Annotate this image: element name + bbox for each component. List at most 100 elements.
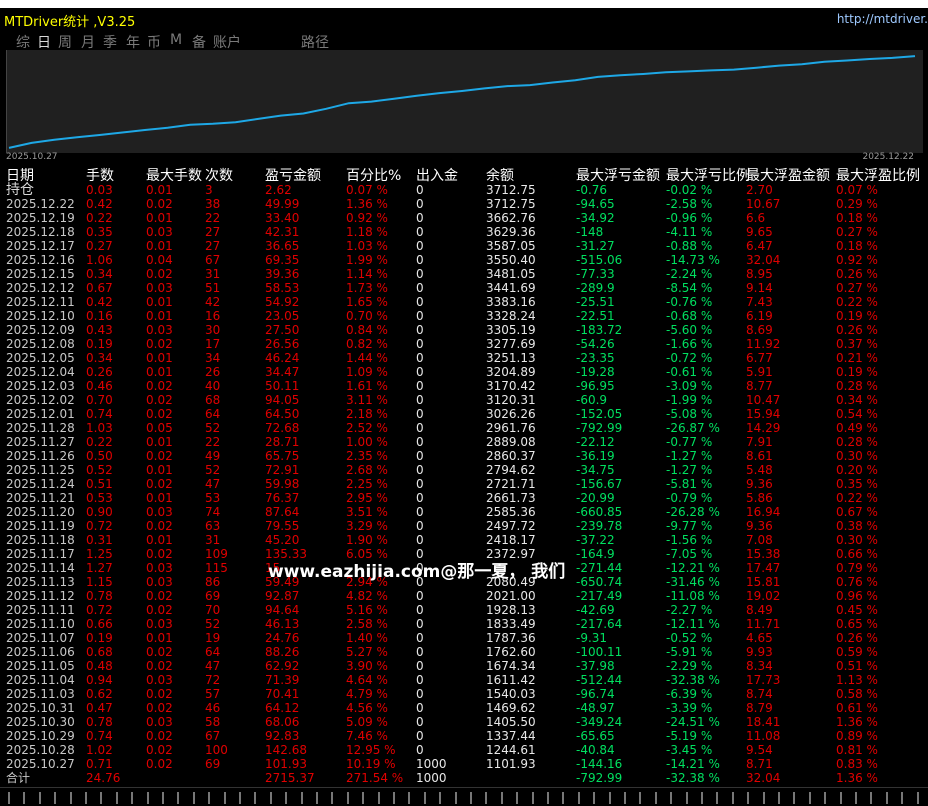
chart-end-date: 2025.12.22 bbox=[862, 152, 914, 162]
cell-4: 39.36 bbox=[265, 267, 300, 281]
cell-1: 0.19 bbox=[86, 337, 113, 351]
tab-8[interactable]: 备 bbox=[192, 32, 206, 52]
table-row[interactable]: 2025.11.18 0.31 0.01 31 45.20 1.90 % 0 2418.17 -… bbox=[0, 533, 928, 547]
column-header-4[interactable]: 盈亏金额 bbox=[265, 165, 321, 185]
tab-0[interactable]: 综 bbox=[16, 32, 30, 52]
cell-0: 2025.11.24 bbox=[6, 477, 75, 491]
column-header-1[interactable]: 手数 bbox=[86, 165, 114, 185]
column-header-8[interactable]: 最大浮亏金额 bbox=[576, 165, 660, 185]
cell-1: 1.06 bbox=[86, 253, 113, 267]
column-header-2[interactable]: 最大手数 bbox=[146, 165, 202, 185]
table-row[interactable]: 2025.11.05 0.48 0.02 47 62.92 3.90 % 0 1674.34 -… bbox=[0, 659, 928, 673]
cell-0: 2025.11.05 bbox=[6, 659, 75, 673]
cell-5: 2.18 % bbox=[346, 407, 388, 421]
cell-6: 0 bbox=[416, 603, 424, 617]
tab-9[interactable]: 账户 bbox=[213, 32, 241, 52]
table-row[interactable]: 2025.11.24 0.51 0.02 47 59.98 2.25 % 0 2721.71 -… bbox=[0, 477, 928, 491]
tab-10[interactable]: 路径 bbox=[301, 32, 329, 52]
tab-1[interactable]: 日 bbox=[37, 32, 51, 52]
table-row[interactable]: 2025.11.27 0.22 0.01 22 28.71 1.00 % 0 2889.08 -… bbox=[0, 435, 928, 449]
column-header-5[interactable]: 百分比% bbox=[346, 165, 401, 185]
column-header-7[interactable]: 余额 bbox=[486, 165, 514, 185]
cell-3: 34 bbox=[205, 351, 221, 365]
strip-tick bbox=[38, 792, 41, 804]
table-row[interactable]: 2025.11.07 0.19 0.01 19 24.76 1.40 % 0 1787.36 -… bbox=[0, 631, 928, 645]
table-row[interactable]: 2025.12.01 0.74 0.02 64 64.50 2.18 % 0 3026.26 -… bbox=[0, 407, 928, 421]
cell-11: 0.45 % bbox=[836, 603, 878, 617]
period-tabs: 综日周月季年币 M 备账户 路径 bbox=[0, 30, 928, 52]
tab-2[interactable]: 周 bbox=[58, 32, 72, 52]
table-row[interactable]: 2025.12.11 0.42 0.01 42 54.92 1.65 % 0 3383.16 -… bbox=[0, 295, 928, 309]
cell-5: 1.40 % bbox=[346, 631, 388, 645]
table-row[interactable]: 2025.12.03 0.46 0.02 40 50.11 1.61 % 0 3170.42 -… bbox=[0, 379, 928, 393]
table-row[interactable]: 2025.11.25 0.52 0.01 52 72.91 2.68 % 0 2794.62 -… bbox=[0, 463, 928, 477]
cell-4: 49.99 bbox=[265, 197, 300, 211]
tab-4[interactable]: 季 bbox=[103, 32, 117, 52]
table-row[interactable]: 2025.12.17 0.27 0.01 27 36.65 1.03 % 0 3587.05 -… bbox=[0, 239, 928, 253]
table-row[interactable]: 2025.10.30 0.78 0.03 58 68.06 5.09 % 0 1405.50 -… bbox=[0, 715, 928, 729]
cell-11: 0.65 % bbox=[836, 617, 878, 631]
bottom-scrollbar[interactable] bbox=[0, 787, 928, 806]
cell-7: 2889.08 bbox=[486, 435, 536, 449]
cell-0: 2025.11.14 bbox=[6, 561, 75, 575]
tab-5[interactable]: 年 bbox=[126, 32, 140, 52]
table-row[interactable]: 2025.11.20 0.90 0.03 74 87.64 3.51 % 0 2585.36 -… bbox=[0, 505, 928, 519]
table-row[interactable]: 2025.11.04 0.94 0.03 72 71.39 4.64 % 0 1611.42 -… bbox=[0, 673, 928, 687]
table-row[interactable]: 2025.11.19 0.72 0.02 63 79.55 3.29 % 0 2497.72 -… bbox=[0, 519, 928, 533]
strip-tick bbox=[393, 792, 395, 804]
tab-3[interactable]: 月 bbox=[81, 32, 95, 52]
table-row[interactable]: 2025.11.21 0.53 0.01 53 76.37 2.95 % 0 2661.73 -… bbox=[0, 491, 928, 505]
total-row[interactable]: 合计 24.76 2715.37 271.54 % 1000 -792.99 -32.38 … bbox=[0, 771, 928, 785]
table-row[interactable]: 持仓 0.03 0.01 3 2.62 0.07 % 0 3712.75 -0.76 -0.02 … bbox=[0, 183, 928, 197]
table-row[interactable]: 2025.12.18 0.35 0.03 27 42.31 1.18 % 0 3629.36 -… bbox=[0, 225, 928, 239]
cell-6: 0 bbox=[416, 631, 424, 645]
cell-8: -650.74 bbox=[576, 575, 623, 589]
cell-10: 7.08 bbox=[746, 533, 773, 547]
cell-6: 0 bbox=[416, 281, 424, 295]
cell-9: -11.08 % bbox=[666, 589, 720, 603]
table-row[interactable]: 2025.12.19 0.22 0.01 22 33.40 0.92 % 0 3662.76 -… bbox=[0, 211, 928, 225]
cell-2: 0.01 bbox=[146, 533, 173, 547]
cell-6: 0 bbox=[416, 673, 424, 687]
table-row[interactable]: 2025.11.28 1.03 0.05 52 72.68 2.52 % 0 2961.76 -… bbox=[0, 421, 928, 435]
cell-7: 1928.13 bbox=[486, 603, 536, 617]
column-header-6[interactable]: 出入金 bbox=[416, 165, 458, 185]
cell-5: 2.52 % bbox=[346, 421, 388, 435]
table-row[interactable]: 2025.11.06 0.68 0.02 64 88.26 5.27 % 0 1762.60 -… bbox=[0, 645, 928, 659]
column-header-3[interactable]: 次数 bbox=[205, 165, 233, 185]
table-row[interactable]: 2025.12.05 0.34 0.01 34 46.24 1.44 % 0 3251.13 -… bbox=[0, 351, 928, 365]
tab-7[interactable]: M bbox=[170, 32, 182, 48]
table-row[interactable]: 2025.12.09 0.43 0.03 30 27.50 0.84 % 0 3305.19 -… bbox=[0, 323, 928, 337]
website-link[interactable]: http://mtdriver. bbox=[837, 12, 928, 26]
cell-9: -2.29 % bbox=[666, 659, 713, 673]
cell-9: -26.28 % bbox=[666, 505, 720, 519]
table-row[interactable]: 2025.11.12 0.78 0.02 69 92.87 4.82 % 0 2021.00 -… bbox=[0, 589, 928, 603]
cell-4: 71.39 bbox=[265, 673, 300, 687]
cell-1: 0.19 bbox=[86, 631, 113, 645]
column-header-10[interactable]: 最大浮盈金额 bbox=[746, 165, 830, 185]
column-header-11[interactable]: 最大浮盈比例 bbox=[836, 165, 920, 185]
table-row[interactable]: 2025.12.08 0.19 0.02 17 26.56 0.82 % 0 3277.69 -… bbox=[0, 337, 928, 351]
table-row[interactable]: 2025.12.12 0.67 0.03 51 58.53 1.73 % 0 3441.69 -… bbox=[0, 281, 928, 295]
column-header-9[interactable]: 最大浮亏比例 bbox=[666, 165, 750, 185]
table-row[interactable]: 2025.11.03 0.62 0.02 57 70.41 4.79 % 0 1540.03 -… bbox=[0, 687, 928, 701]
table-row[interactable]: 2025.10.31 0.47 0.02 46 64.12 4.56 % 0 1469.62 -… bbox=[0, 701, 928, 715]
cell-2: 0.01 bbox=[146, 463, 173, 477]
table-row[interactable]: 2025.12.22 0.42 0.02 38 49.99 1.36 % 0 3712.75 -… bbox=[0, 197, 928, 211]
table-row[interactable]: 2025.12.02 0.70 0.02 68 94.05 3.11 % 0 3120.31 -… bbox=[0, 393, 928, 407]
table-row[interactable]: 2025.12.16 1.06 0.04 67 69.35 1.99 % 0 3550.40 -… bbox=[0, 253, 928, 267]
table-row[interactable]: 2025.11.11 0.72 0.02 70 94.64 5.16 % 0 1928.13 -… bbox=[0, 603, 928, 617]
table-row[interactable]: 2025.11.26 0.50 0.02 49 65.75 2.35 % 0 2860.37 -… bbox=[0, 449, 928, 463]
table-row[interactable]: 2025.12.10 0.16 0.01 16 23.05 0.70 % 0 3328.24 -… bbox=[0, 309, 928, 323]
table-row[interactable]: 2025.12.04 0.26 0.01 26 34.47 1.09 % 0 3204.89 -… bbox=[0, 365, 928, 379]
table-row[interactable]: 2025.10.28 1.02 0.02 100 142.68 12.95 % 0 1244.… bbox=[0, 743, 928, 757]
cell-9: -0.79 % bbox=[666, 491, 713, 505]
tab-6[interactable]: 币 bbox=[147, 32, 161, 52]
strip-tick bbox=[916, 792, 919, 804]
table-row[interactable]: 2025.10.27 0.71 0.02 69 101.93 10.19 % 1000 110… bbox=[0, 757, 928, 771]
table-row[interactable]: 2025.12.15 0.34 0.02 31 39.36 1.14 % 0 3481.05 -… bbox=[0, 267, 928, 281]
cell-7: 1469.62 bbox=[486, 701, 536, 715]
table-row[interactable]: 2025.11.10 0.66 0.03 52 46.13 2.58 % 0 1833.49 -… bbox=[0, 617, 928, 631]
table-row[interactable]: 2025.10.29 0.74 0.02 67 92.83 7.46 % 0 1337.44 -… bbox=[0, 729, 928, 743]
cell-6: 0 bbox=[416, 267, 424, 281]
